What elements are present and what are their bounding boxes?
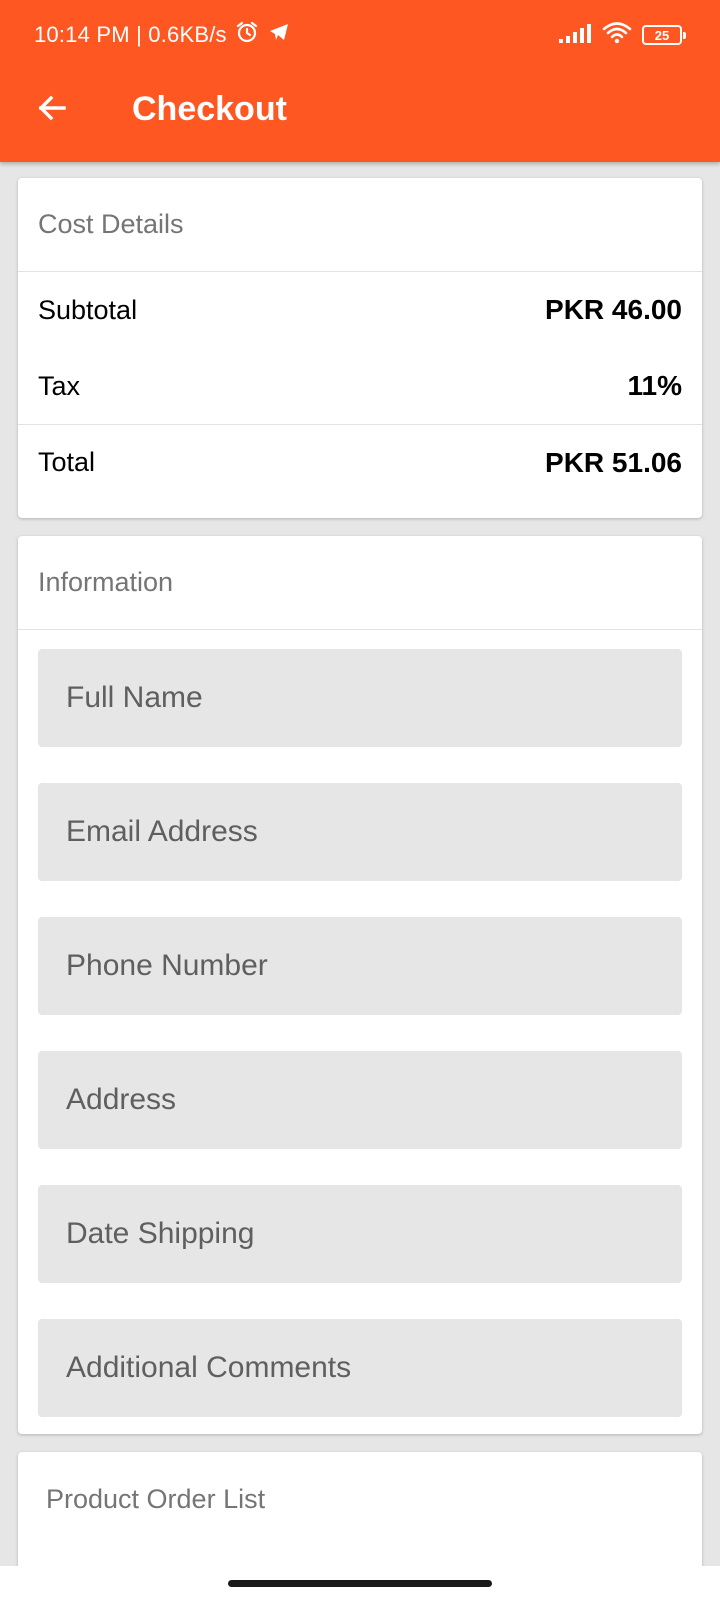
subtotal-value: PKR 46.00 [545,294,682,325]
tax-value: 11% [627,370,683,401]
page-title: Checkout [132,90,287,128]
product-order-list-header: Product Order List [46,1483,266,1514]
status-time-speed: 10:14 PM | 0.6KB/s [34,22,227,47]
tax-row: Tax 11% [18,348,702,424]
subtotal-row: Subtotal PKR 46.00 [18,272,702,348]
battery-level: 25 [654,27,670,43]
email-address-field[interactable]: Email Address [38,783,682,881]
date-shipping-field[interactable]: Date Shipping [38,1185,682,1283]
address-field[interactable]: Address [38,1051,682,1149]
subtotal-label: Subtotal [38,294,138,325]
home-indicator[interactable] [228,1580,492,1587]
battery-icon: 25 [642,25,686,45]
status-bar: 10:14 PM | 0.6KB/s 25 [0,0,720,68]
phone-number-field[interactable]: Phone Number [38,917,682,1015]
total-label: Total [38,447,96,477]
status-right: 25 [558,20,686,50]
alarm-icon [235,20,259,50]
information-card: Information Full Name Email Address Phon… [18,536,702,1434]
cost-details-header: Cost Details [18,178,702,272]
additional-comments-field[interactable]: Additional Comments [38,1319,682,1417]
status-left: 10:14 PM | 0.6KB/s [34,20,291,50]
toolbar: Checkout [0,68,720,162]
product-order-list-card: Product Order List [18,1452,702,1582]
full-name-field[interactable]: Full Name [38,649,682,747]
back-button[interactable] [30,88,74,132]
total-row: Total PKR 51.06 [18,424,702,500]
total-value: PKR 51.06 [545,446,682,478]
back-arrow-icon [36,92,68,129]
information-header: Information [18,536,702,630]
wifi-icon [602,21,632,50]
app-bar: 10:14 PM | 0.6KB/s 25 Checkout [0,0,720,162]
signal-icon [558,22,592,49]
cost-details-card: Cost Details Subtotal PKR 46.00 Tax 11% … [18,178,702,518]
tax-label: Tax [38,370,81,401]
telegram-icon [267,20,291,50]
